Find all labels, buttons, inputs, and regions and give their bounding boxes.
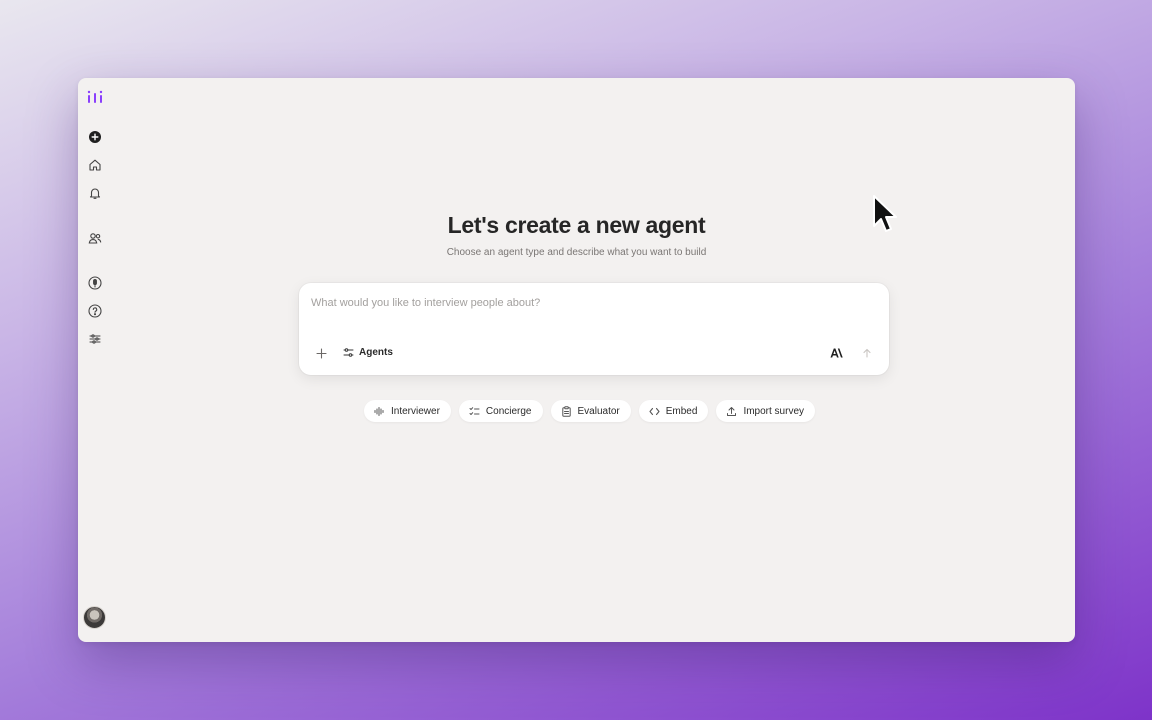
chip-label: Embed bbox=[665, 405, 698, 417]
help-icon bbox=[88, 304, 102, 318]
bell-icon bbox=[89, 188, 101, 199]
help-button[interactable] bbox=[86, 302, 104, 320]
page-title: Let's create a new agent bbox=[447, 212, 706, 238]
upload-icon bbox=[727, 406, 737, 416]
chip-interviewer[interactable]: Interviewer bbox=[364, 400, 451, 422]
prompt-composer: Agents bbox=[299, 283, 889, 375]
add-attachment-button[interactable] bbox=[313, 345, 329, 361]
new-agent-button[interactable] bbox=[86, 128, 104, 146]
microphone-icon bbox=[88, 276, 102, 290]
checklist-icon bbox=[469, 406, 480, 415]
app-window: Let's create a new agent Choose an agent… bbox=[78, 78, 1075, 642]
arrow-up-icon bbox=[863, 348, 871, 358]
plus-icon bbox=[315, 347, 327, 359]
send-button[interactable] bbox=[859, 345, 875, 361]
settings-button[interactable] bbox=[86, 330, 104, 348]
agent-type-chips: Interviewer Concierge Evaluator Embed Im… bbox=[364, 400, 816, 422]
avatar[interactable] bbox=[83, 606, 106, 629]
home-button[interactable] bbox=[86, 156, 104, 174]
chip-label: Concierge bbox=[485, 405, 532, 417]
code-icon bbox=[649, 407, 660, 415]
clipboard-icon bbox=[561, 405, 571, 417]
logo-icon bbox=[87, 90, 103, 103]
waveform-icon bbox=[374, 406, 384, 416]
chip-evaluator[interactable]: Evaluator bbox=[550, 400, 631, 422]
sliders-icon bbox=[89, 334, 101, 344]
chip-label: Evaluator bbox=[577, 405, 620, 417]
agent-settings-icon bbox=[343, 347, 354, 357]
sidebar bbox=[78, 78, 112, 642]
chip-import-survey[interactable]: Import survey bbox=[716, 400, 816, 422]
agents-label: Agents bbox=[359, 346, 393, 358]
chip-label: Import survey bbox=[743, 405, 805, 417]
home-icon bbox=[89, 159, 101, 171]
voice-button[interactable] bbox=[86, 274, 104, 292]
new-plus-icon bbox=[89, 131, 101, 143]
chip-label: Interviewer bbox=[391, 405, 440, 417]
chip-concierge[interactable]: Concierge bbox=[458, 400, 543, 422]
anthropic-logo-icon bbox=[830, 348, 843, 358]
agents-selector-button[interactable]: Agents bbox=[343, 344, 393, 360]
model-selector-button[interactable] bbox=[828, 345, 844, 361]
page-subtitle: Choose an agent type and describe what y… bbox=[446, 247, 707, 258]
prompt-input[interactable] bbox=[311, 293, 871, 313]
chip-embed[interactable]: Embed bbox=[638, 400, 709, 422]
notifications-button[interactable] bbox=[86, 184, 104, 202]
